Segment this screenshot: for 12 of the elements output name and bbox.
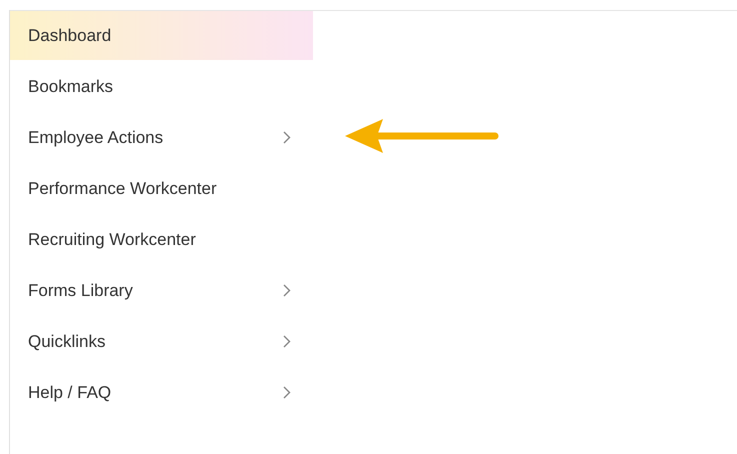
chevron-right-icon [283, 335, 291, 348]
menu-item[interactable]: Quicklinks [10, 317, 313, 366]
menu-item[interactable]: Bookmarks [10, 62, 313, 111]
menu-item[interactable]: Performance Workcenter [10, 164, 313, 213]
menu-item[interactable]: Recruiting Workcenter [10, 215, 313, 264]
menu-item[interactable]: Employee Actions [10, 113, 313, 162]
chevron-right-icon [283, 386, 291, 399]
menu-item[interactable]: Dashboard [10, 11, 313, 60]
menu-item[interactable]: Help / FAQ [10, 368, 313, 417]
chevron-right-icon [283, 284, 291, 297]
menu-item[interactable]: Forms Library [10, 266, 313, 315]
chevron-right-icon [283, 131, 291, 144]
